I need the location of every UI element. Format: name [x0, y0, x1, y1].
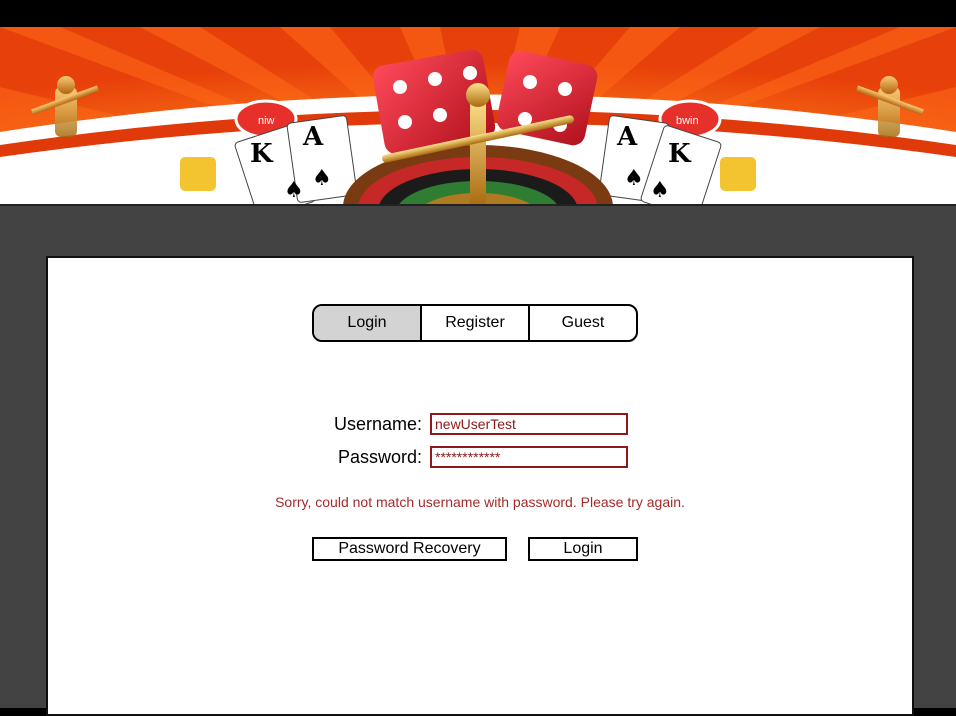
password-recovery-button[interactable]: Password Recovery: [312, 537, 507, 561]
username-row: Username:: [312, 413, 628, 435]
svg-text:♠: ♠: [312, 166, 332, 191]
password-field[interactable]: [430, 446, 628, 468]
die-yellow-right-icon: [720, 157, 756, 191]
svg-text:bwin: bwin: [676, 115, 699, 127]
svg-text:A: A: [616, 122, 638, 152]
casino-banner: niw bwin K A ♠ ♠ A K ♠ ♠: [0, 27, 956, 204]
die-yellow-left-icon: [180, 157, 216, 191]
error-message: Sorry, could not match username with pas…: [275, 494, 685, 510]
username-field[interactable]: [430, 413, 628, 435]
banner-graphic: niw bwin K A ♠ ♠ A K ♠ ♠: [0, 27, 956, 204]
main-area: Login Register Guest Username: Password:…: [0, 204, 956, 716]
svg-text:A: A: [302, 122, 324, 152]
username-label: Username:: [333, 413, 422, 434]
svg-text:K: K: [668, 139, 692, 169]
svg-text:♠: ♠: [284, 178, 304, 203]
password-row: Password:: [312, 446, 628, 468]
top-bar: [0, 0, 956, 27]
tab-bar: Login Register Guest: [312, 304, 638, 342]
svg-text:K: K: [250, 139, 274, 169]
login-button[interactable]: Login: [528, 537, 638, 561]
tab-register[interactable]: Register: [420, 306, 528, 340]
tab-guest[interactable]: Guest: [528, 306, 636, 340]
svg-text:♠: ♠: [624, 166, 644, 191]
svg-text:niw: niw: [258, 115, 275, 127]
svg-text:♠: ♠: [650, 178, 670, 203]
login-panel: Login Register Guest Username: Password:…: [46, 256, 914, 716]
tab-login[interactable]: Login: [314, 306, 420, 340]
password-label: Password:: [337, 446, 422, 467]
